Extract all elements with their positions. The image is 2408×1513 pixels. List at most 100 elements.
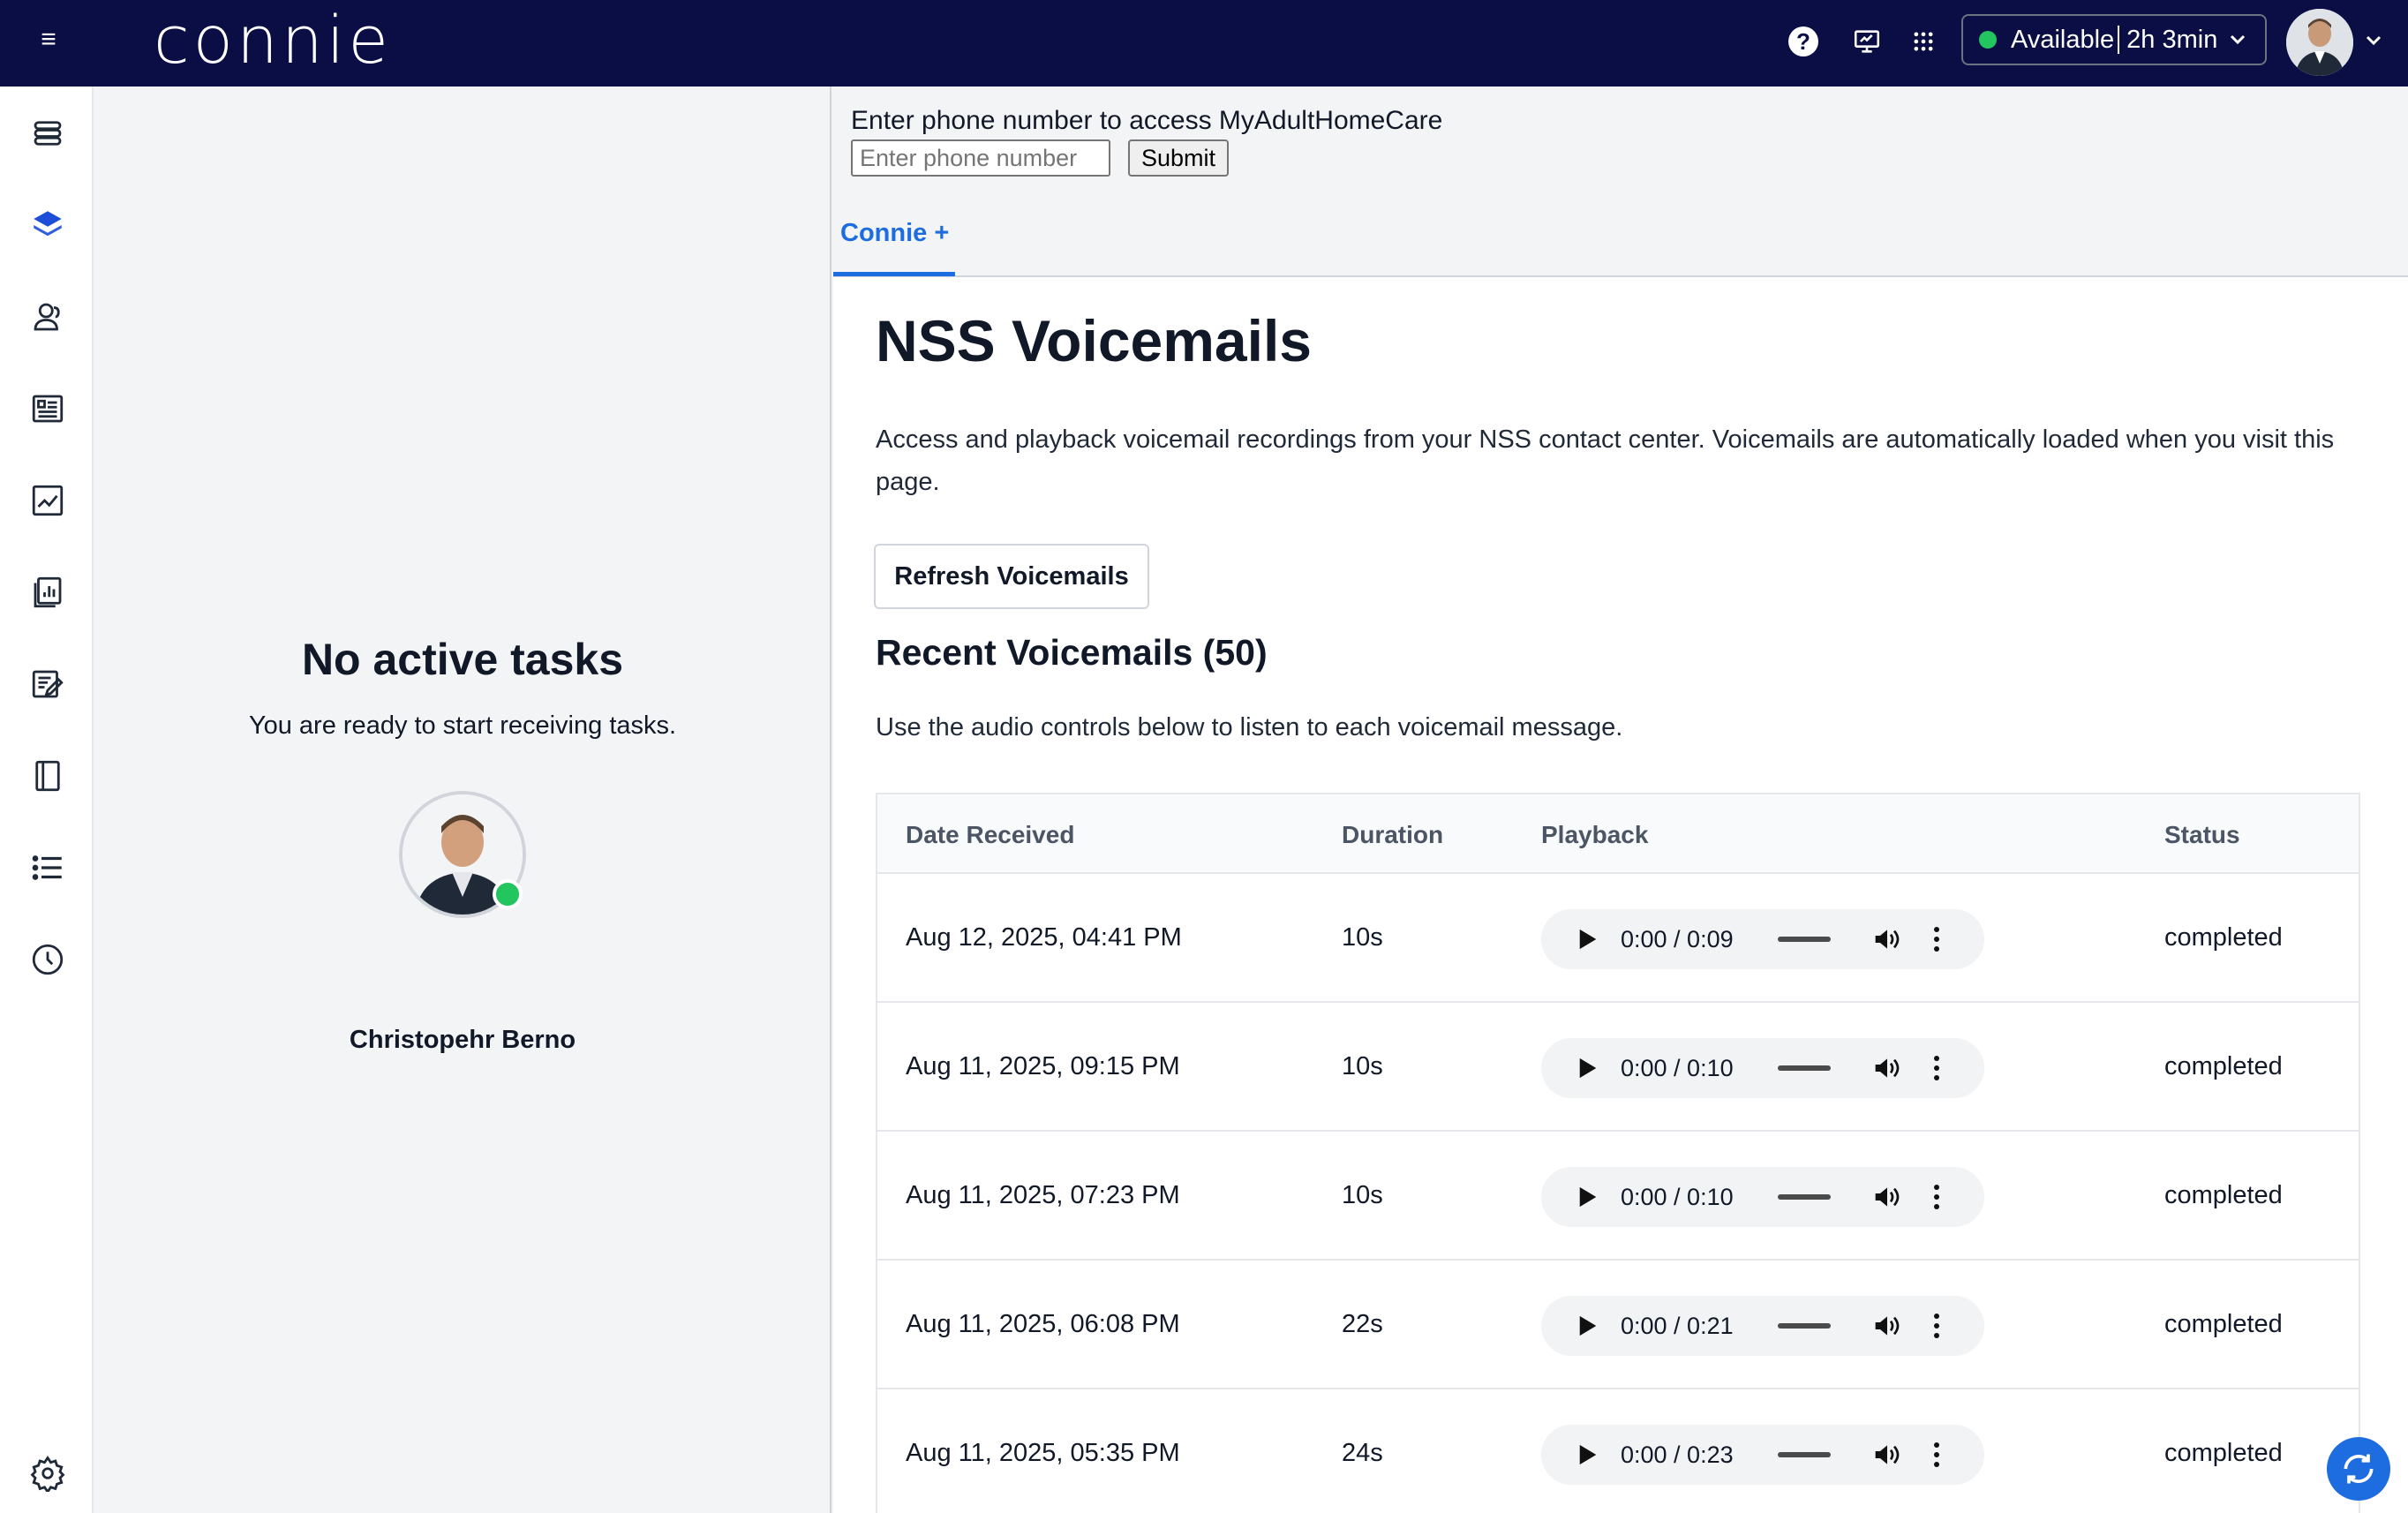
- agent-name: Christopehr Berno: [349, 1026, 576, 1054]
- directory-card-icon[interactable]: [29, 390, 66, 427]
- chevron-down-icon: [2230, 30, 2246, 50]
- menu-icon[interactable]: ≡: [35, 26, 62, 53]
- seek-slider[interactable]: [1778, 1323, 1831, 1329]
- active-tab-indicator: [833, 272, 955, 276]
- screen-share-icon[interactable]: [1848, 23, 1885, 60]
- more-options-icon[interactable]: [1928, 923, 1945, 955]
- table-row: Aug 12, 2025, 04:41 PM 10s 0:00 / 0:09 c…: [877, 874, 2359, 1003]
- agent-online-indicator: [493, 879, 523, 909]
- audio-player: 0:00 / 0:23: [1541, 1425, 1984, 1485]
- audio-player: 0:00 / 0:10: [1541, 1167, 1984, 1227]
- status-indicator-dot: [1979, 31, 1997, 49]
- phone-number-input[interactable]: [851, 139, 1110, 177]
- volume-icon[interactable]: [1871, 1052, 1903, 1084]
- audio-player: 0:00 / 0:09: [1541, 909, 1984, 969]
- sync-refresh-icon[interactable]: [2327, 1437, 2390, 1501]
- table-row: Aug 11, 2025, 06:08 PM 22s 0:00 / 0:21 c…: [877, 1261, 2359, 1389]
- volume-icon[interactable]: [1871, 1439, 1903, 1471]
- playback-time: 0:00 / 0:09: [1621, 925, 1734, 952]
- recent-voicemails-heading: Recent Voicemails (50): [876, 632, 1268, 673]
- phone-access-label: Enter phone number to access MyAdultHome…: [851, 106, 1443, 135]
- stack-icon[interactable]: [29, 207, 66, 244]
- playback-time: 0:00 / 0:10: [1621, 1054, 1734, 1081]
- column-header-date[interactable]: Date Received: [906, 821, 1074, 849]
- status-cell: completed: [2164, 1439, 2283, 1467]
- volume-icon[interactable]: [1871, 1181, 1903, 1213]
- tab-connie-plus[interactable]: Connie +: [840, 219, 949, 248]
- contacts-icon[interactable]: [29, 298, 66, 335]
- play-icon[interactable]: [1576, 928, 1599, 951]
- page-title: NSS Voicemails: [876, 308, 1313, 373]
- settings-icon[interactable]: [29, 1455, 66, 1494]
- table-row: Aug 11, 2025, 07:23 PM 10s 0:00 / 0:10 c…: [877, 1132, 2359, 1261]
- seek-slider[interactable]: [1778, 1452, 1831, 1457]
- seek-slider[interactable]: [1778, 1065, 1831, 1071]
- duration-cell: 24s: [1342, 1439, 1383, 1467]
- table-row: Aug 11, 2025, 05:35 PM 24s 0:00 / 0:23 c…: [877, 1389, 2359, 1513]
- date-received-cell: Aug 11, 2025, 06:08 PM: [906, 1310, 1180, 1338]
- duration-cell: 10s: [1342, 1181, 1383, 1209]
- user-menu-chevron-icon[interactable]: [2366, 28, 2382, 51]
- status-label: Available: [2011, 25, 2115, 54]
- seek-slider[interactable]: [1778, 1194, 1831, 1200]
- apps-grid-icon[interactable]: [1905, 23, 1942, 60]
- left-navigation-rail: [0, 87, 94, 1513]
- voicemails-content: NSS Voicemails Access and playback voice…: [833, 277, 2408, 1513]
- more-options-icon[interactable]: [1928, 1181, 1945, 1213]
- play-icon[interactable]: [1576, 1057, 1599, 1080]
- reports-icon[interactable]: [29, 574, 66, 611]
- notebook-icon[interactable]: [29, 757, 66, 794]
- app-logo: connie: [154, 3, 392, 79]
- playback-time: 0:00 / 0:21: [1621, 1312, 1734, 1339]
- help-icon[interactable]: ?: [1785, 23, 1822, 60]
- date-received-cell: Aug 11, 2025, 09:15 PM: [906, 1052, 1180, 1080]
- more-options-icon[interactable]: [1928, 1439, 1945, 1471]
- play-icon[interactable]: [1576, 1186, 1599, 1208]
- history-icon[interactable]: [29, 941, 66, 978]
- submit-button[interactable]: Submit: [1128, 139, 1229, 177]
- no-tasks-heading: No active tasks: [301, 635, 624, 684]
- no-tasks-subtext: You are ready to start receiving tasks.: [248, 711, 677, 740]
- recent-voicemails-description: Use the audio controls below to listen t…: [876, 713, 1623, 741]
- status-cell: completed: [2164, 923, 2283, 952]
- playback-time: 0:00 / 0:23: [1621, 1441, 1734, 1468]
- volume-icon[interactable]: [1871, 1310, 1903, 1342]
- duration-cell: 22s: [1342, 1310, 1383, 1338]
- column-header-duration[interactable]: Duration: [1342, 821, 1443, 849]
- more-options-icon[interactable]: [1928, 1310, 1945, 1342]
- duration-cell: 10s: [1342, 1052, 1383, 1080]
- edit-form-icon[interactable]: [29, 666, 66, 703]
- playback-time: 0:00 / 0:10: [1621, 1183, 1734, 1210]
- voicemail-table: Date Received Duration Playback Status A…: [876, 793, 2360, 1513]
- play-icon[interactable]: [1576, 1314, 1599, 1337]
- layers-stack-icon[interactable]: [29, 115, 66, 152]
- table-header: Date Received Duration Playback Status: [877, 794, 2359, 874]
- volume-icon[interactable]: [1871, 923, 1903, 955]
- play-icon[interactable]: [1576, 1443, 1599, 1466]
- date-received-cell: Aug 11, 2025, 05:35 PM: [906, 1439, 1180, 1467]
- audio-player: 0:00 / 0:21: [1541, 1296, 1984, 1356]
- user-avatar[interactable]: [2286, 9, 2353, 76]
- refresh-voicemails-button[interactable]: Refresh Voicemails: [874, 544, 1149, 609]
- page-description: Access and playback voicemail recordings…: [876, 425, 2335, 496]
- status-cell: completed: [2164, 1181, 2283, 1209]
- status-timer: 2h 3min: [2126, 25, 2218, 54]
- more-options-icon[interactable]: [1928, 1052, 1945, 1084]
- status-cell: completed: [2164, 1310, 2283, 1338]
- top-navigation-bar: ≡ connie ? Available 2h 3min: [0, 0, 2408, 87]
- column-header-playback: Playback: [1541, 821, 1649, 848]
- analytics-icon[interactable]: [29, 482, 66, 519]
- column-header-status[interactable]: Status: [2164, 821, 2240, 849]
- audio-player: 0:00 / 0:10: [1541, 1038, 1984, 1098]
- table-row: Aug 11, 2025, 09:15 PM 10s 0:00 / 0:10 c…: [877, 1003, 2359, 1132]
- date-received-cell: Aug 12, 2025, 04:41 PM: [906, 923, 1182, 952]
- seek-slider[interactable]: [1778, 937, 1831, 942]
- tasks-panel: No active tasks You are ready to start r…: [94, 87, 832, 1513]
- status-cell: completed: [2164, 1052, 2283, 1080]
- status-divider: [2118, 26, 2120, 54]
- main-panel: Enter phone number to access MyAdultHome…: [833, 87, 2408, 1513]
- duration-cell: 10s: [1342, 923, 1383, 952]
- list-icon[interactable]: [29, 849, 66, 886]
- agent-status-dropdown[interactable]: Available 2h 3min: [1961, 14, 2267, 65]
- date-received-cell: Aug 11, 2025, 07:23 PM: [906, 1181, 1180, 1209]
